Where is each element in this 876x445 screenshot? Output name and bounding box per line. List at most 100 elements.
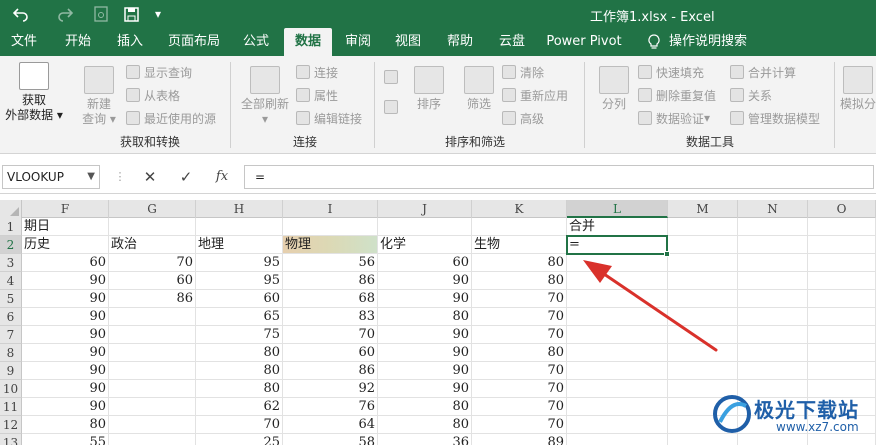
row-header-5[interactable]: 5 xyxy=(0,290,22,308)
new-query-button[interactable]: 新建 查询 ▾ xyxy=(76,66,122,127)
remove-duplicates-button[interactable]: 删除重复值 xyxy=(638,86,716,104)
show-query-button[interactable]: 显示查询 xyxy=(126,63,192,81)
group-label-connections: 连接 xyxy=(292,135,317,149)
cancel-icon[interactable]: ✕ xyxy=(138,165,162,189)
row-header-6[interactable]: 6 xyxy=(0,308,22,326)
title-bar: ▾ 工作簿1.xlsx - Excel xyxy=(0,0,876,28)
ribbon-data: 获取 外部数据 ▾ 新建 查询 ▾ 显示查询 从表格 最近使用的源 获取和转换 … xyxy=(0,56,876,154)
ribbon-tabs: 文件 开始 插入 页面布局 公式 数据 审阅 视图 帮助 云盘 Power Pi… xyxy=(0,28,876,56)
lightbulb-icon[interactable] xyxy=(644,28,664,56)
group-separator xyxy=(834,62,835,148)
reapply-button[interactable]: 重新应用 xyxy=(502,86,568,104)
show-query-icon xyxy=(126,65,140,79)
tab-insert[interactable]: 插入 xyxy=(108,28,152,56)
consolidate-icon xyxy=(730,65,744,79)
tab-cloud[interactable]: 云盘 xyxy=(490,28,534,56)
remove-duplicates-icon xyxy=(638,88,652,102)
sort-descending-icon[interactable] xyxy=(384,98,402,116)
funnel-icon xyxy=(464,66,494,94)
recent-sources-button[interactable]: 最近使用的源 xyxy=(126,109,216,127)
group-separator xyxy=(230,62,231,148)
row-header-3[interactable]: 3 xyxy=(0,254,22,272)
tab-data[interactable]: 数据 xyxy=(284,28,332,56)
split-columns-icon xyxy=(599,66,629,94)
connections-button[interactable]: 连接 xyxy=(296,63,338,81)
edit-links-icon xyxy=(296,111,310,125)
tab-view[interactable]: 视图 xyxy=(386,28,430,56)
get-external-data-button[interactable]: 获取 外部数据 ▾ xyxy=(4,62,64,123)
table-icon xyxy=(126,88,140,102)
tab-home[interactable]: 开始 xyxy=(56,28,100,56)
relationships-button[interactable]: 关系 xyxy=(730,86,772,104)
row-header-11[interactable]: 11 xyxy=(0,398,22,416)
row-header-2[interactable]: 2 xyxy=(0,236,22,254)
customize-qat-icon[interactable]: ▾ xyxy=(150,4,166,24)
watermark-title: 极光下载站 xyxy=(754,398,859,422)
insert-function-icon[interactable]: fx xyxy=(210,165,234,189)
from-table-button[interactable]: 从表格 xyxy=(126,86,180,104)
text-to-columns-button[interactable]: 分列 xyxy=(594,66,634,112)
advanced-filter-button[interactable]: 高级 xyxy=(502,109,544,127)
save-icon[interactable] xyxy=(120,4,142,24)
what-if-icon xyxy=(843,66,873,94)
tab-review[interactable]: 审阅 xyxy=(336,28,380,56)
clear-filter-icon xyxy=(502,65,516,79)
properties-button[interactable]: 属性 xyxy=(296,86,338,104)
manage-data-model-button[interactable]: 管理数据模型 xyxy=(730,109,820,127)
group-label-get-transform: 获取和转换 xyxy=(119,135,180,149)
relationships-icon xyxy=(730,88,744,102)
watermark: 极光下载站 www.xz7.com xyxy=(712,386,874,442)
tab-page-layout[interactable]: 页面布局 xyxy=(162,28,226,56)
tab-power-pivot[interactable]: Power Pivot xyxy=(544,28,624,56)
sort-icon xyxy=(414,66,444,94)
enter-icon[interactable]: ✓ xyxy=(174,165,198,189)
row-header-1[interactable]: 1 xyxy=(0,218,22,236)
group-label-data-tools: 数据工具 xyxy=(685,135,734,149)
tell-me-search[interactable]: 操作说明搜索 xyxy=(668,28,748,56)
data-model-icon xyxy=(730,111,744,125)
edit-links-button[interactable]: 编辑链接 xyxy=(296,109,362,127)
consolidate-button[interactable]: 合并计算 xyxy=(730,63,796,81)
data-validation-button[interactable]: 数据验证 ▾ xyxy=(638,109,710,127)
chevron-down-icon[interactable]: ▼ xyxy=(87,166,95,188)
redo-icon[interactable] xyxy=(52,4,78,24)
name-box-value: VLOOKUP xyxy=(7,170,64,184)
sort-ascending-icon[interactable] xyxy=(384,68,402,86)
watermark-url: www.xz7.com xyxy=(776,420,859,434)
print-preview-icon[interactable] xyxy=(90,4,112,24)
reapply-icon xyxy=(502,88,516,102)
tab-help[interactable]: 帮助 xyxy=(438,28,482,56)
advanced-filter-icon xyxy=(502,111,516,125)
tab-file[interactable]: 文件 xyxy=(2,28,46,56)
refresh-all-button[interactable]: 全部刷新 ▾ xyxy=(238,66,292,127)
refresh-icon xyxy=(250,66,280,94)
row-header-10[interactable]: 10 xyxy=(0,380,22,398)
what-if-analysis-button[interactable]: 模拟分 xyxy=(840,66,876,112)
row-header-12[interactable]: 12 xyxy=(0,416,22,434)
row-header-7[interactable]: 7 xyxy=(0,326,22,344)
undo-icon[interactable] xyxy=(6,4,36,24)
row-header-9[interactable]: 9 xyxy=(0,362,22,380)
connections-icon xyxy=(296,65,310,79)
formula-input[interactable]: = xyxy=(244,165,874,189)
properties-icon xyxy=(296,88,310,102)
flash-fill-icon xyxy=(638,65,652,79)
group-label-sort-filter: 排序和筛选 xyxy=(444,135,505,149)
flash-fill-button[interactable]: 快速填充 xyxy=(638,63,704,81)
recent-sources-icon xyxy=(126,111,140,125)
filter-button[interactable]: 筛选 xyxy=(460,66,498,112)
data-validation-icon xyxy=(638,111,652,125)
formula-bar: VLOOKUP ▼ ⋮ ✕ ✓ fx = xyxy=(0,160,876,194)
more-icon: ⋮ xyxy=(114,170,126,183)
row-header-13[interactable]: 13 xyxy=(0,434,22,445)
group-separator xyxy=(584,62,585,148)
name-box[interactable]: VLOOKUP ▼ xyxy=(2,165,100,189)
watermark-logo-icon xyxy=(713,395,751,433)
clear-filter-button[interactable]: 清除 xyxy=(502,63,544,81)
database-icon xyxy=(19,62,49,90)
tab-formulas[interactable]: 公式 xyxy=(234,28,278,56)
sort-button[interactable]: 排序 xyxy=(410,66,448,112)
row-header-4[interactable]: 4 xyxy=(0,272,22,290)
row-header-8[interactable]: 8 xyxy=(0,344,22,362)
group-separator xyxy=(374,62,375,148)
